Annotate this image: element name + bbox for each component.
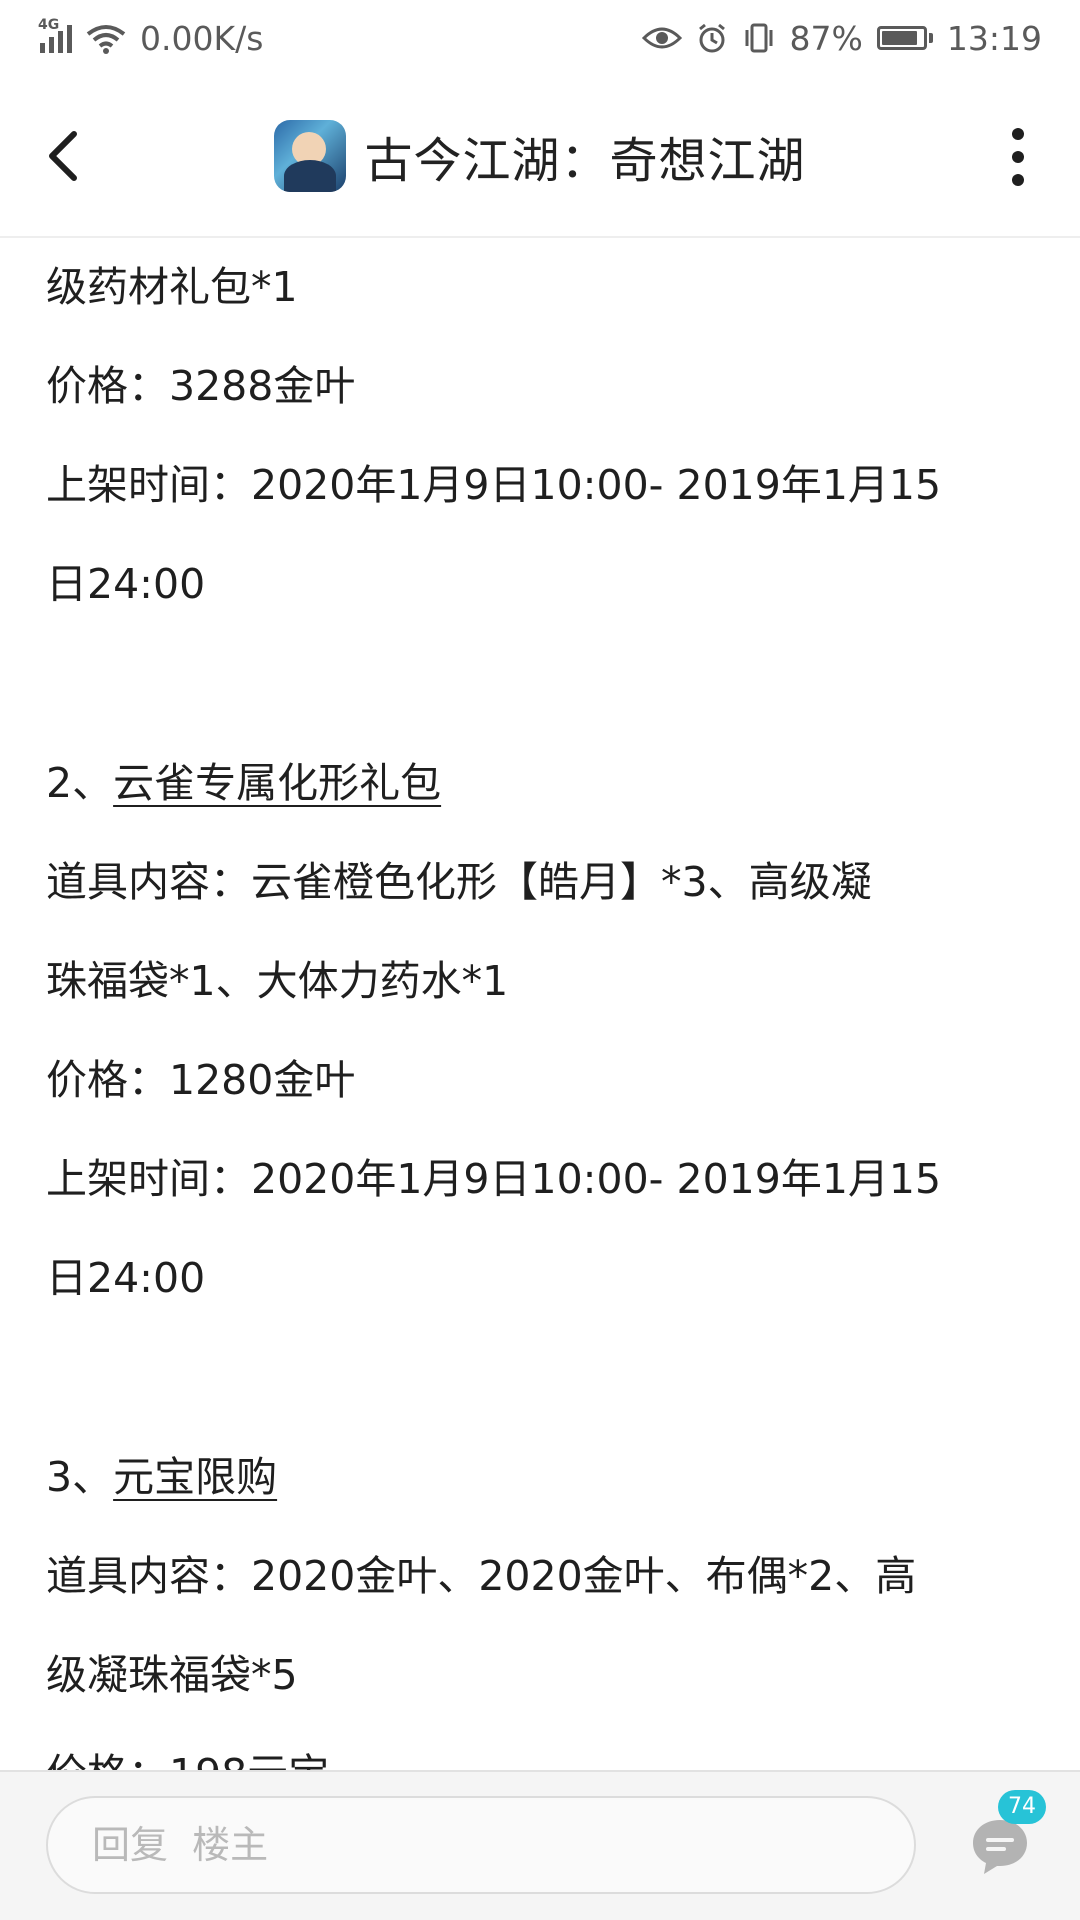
section-link[interactable]: 云雀专属化形礼包 (113, 759, 441, 807)
time-line-cont: 日24:00 (46, 560, 206, 608)
section-number: 2、 (46, 759, 114, 807)
battery-percent: 87% (789, 18, 863, 58)
time-line: 上架时间：2020年1月9日10:00- 2019年1月15 (46, 461, 942, 509)
text-line: 级药材礼包*1 (46, 263, 298, 311)
alarm-icon (698, 23, 725, 53)
header: 古今江湖：奇想江湖 (0, 76, 1080, 238)
section-number: 3、 (46, 1453, 114, 1501)
section-heading: 3、元宝限购 (46, 1428, 1036, 1527)
signal-icon: 4G (38, 17, 72, 53)
comment-count-badge: 74 (998, 1790, 1046, 1824)
section-heading: 2、云雀专属化形礼包 (46, 734, 1036, 833)
header-title-group: 古今江湖：奇想江湖 (0, 120, 1080, 192)
vibrate-icon (745, 23, 773, 53)
clock: 13:19 (946, 18, 1042, 58)
reply-input[interactable] (48, 1798, 914, 1892)
reply-box[interactable] (46, 1796, 916, 1894)
app-icon (274, 120, 347, 192)
price-line: 价格：1280金叶 (46, 1056, 356, 1104)
battery-icon (876, 26, 933, 50)
time-line: 上架时间：2020年1月9日10:00- 2019年1月15 (46, 1155, 942, 1203)
page-title: 古今江湖：奇想江湖 (364, 133, 806, 189)
more-icon[interactable] (1008, 128, 1028, 188)
status-bar: 4G 0.00K/s 87% 13:19 (0, 0, 1080, 76)
items-line-cont: 级凝珠福袋*5 (46, 1651, 298, 1699)
network-speed: 0.00K/s (140, 18, 264, 58)
items-line-cont: 珠福袋*1、大体力药水*1 (46, 957, 509, 1005)
status-left: 4G 0.00K/s (38, 17, 264, 58)
time-line-cont: 日24:00 (46, 1254, 206, 1302)
section-link[interactable]: 元宝限购 (113, 1453, 277, 1501)
post-content: 级药材礼包*1 价格：3288金叶 上架时间：2020年1月9日10:00- 2… (46, 238, 1036, 1824)
eye-icon (641, 27, 682, 49)
items-line: 道具内容：2020金叶、2020金叶、布偶*2、高 (46, 1552, 917, 1600)
items-line: 道具内容：云雀橙色化形【皓月】*3、高级凝 (46, 858, 872, 906)
wifi-icon (86, 25, 126, 54)
bottom-bar: 74 (0, 1770, 1080, 1920)
network-type: 4G (38, 17, 60, 33)
price-line: 价格：3288金叶 (46, 362, 356, 410)
status-right: 87% 13:19 (641, 18, 1042, 58)
